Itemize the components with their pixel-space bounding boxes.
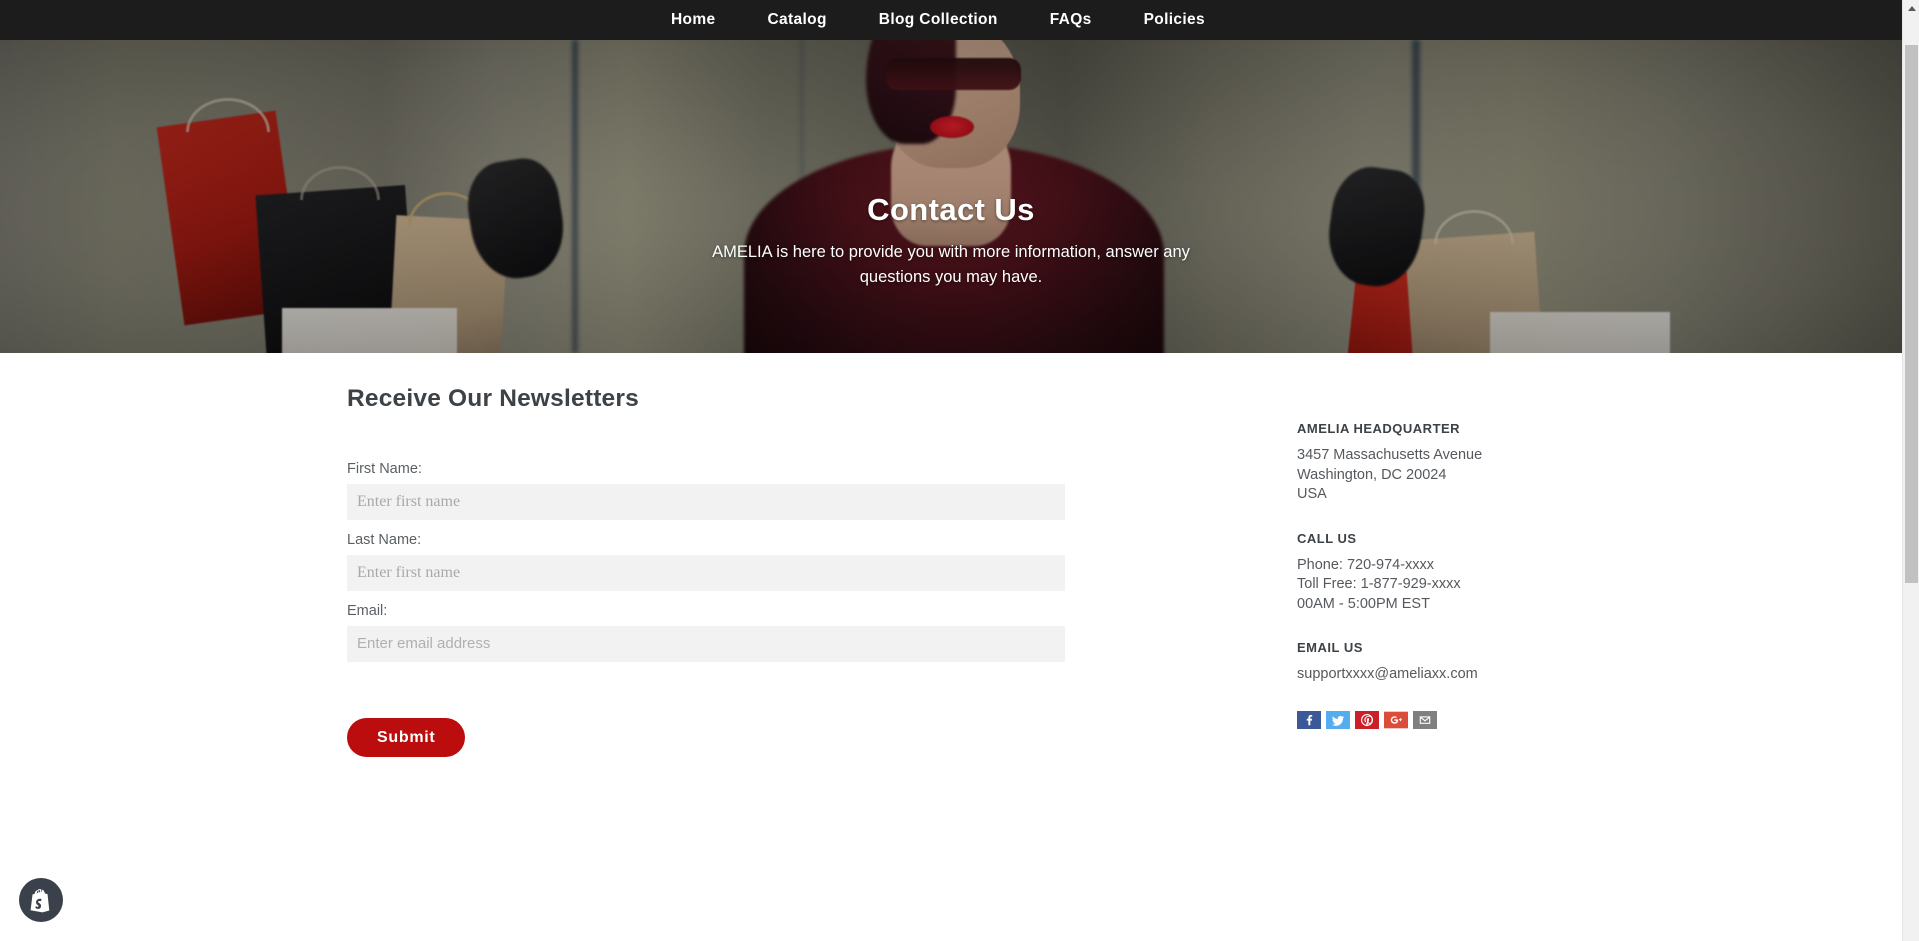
- headquarter-address-line-3: USA: [1297, 486, 1327, 502]
- call-us-block: CALL US Phone: 720-974-xxxx Toll Free: 1…: [1297, 531, 1551, 615]
- main-content: Receive Our Newsletters First Name: Last…: [0, 353, 1902, 757]
- call-us-heading: CALL US: [1297, 530, 1357, 546]
- content-grid: Receive Our Newsletters First Name: Last…: [321, 353, 1581, 757]
- page-title: Contact Us: [867, 192, 1035, 227]
- content-column: Home Catalog Blog Collection FAQs Polici…: [0, 0, 1902, 941]
- last-name-label: Last Name:: [347, 532, 422, 548]
- shopify-badge[interactable]: [19, 878, 63, 922]
- pinterest-icon[interactable]: [1355, 710, 1379, 729]
- hero-subtitle: AMELIA is here to provide you with more …: [712, 243, 1190, 286]
- email-us-heading: EMAIL US: [1297, 640, 1363, 655]
- phone-number: Phone: 720-974-xxxx: [1297, 556, 1435, 573]
- facebook-icon[interactable]: [1297, 710, 1321, 729]
- shopify-bag-icon: [30, 889, 50, 913]
- headquarter-address-line-2: Washington, DC 20024: [1297, 466, 1447, 483]
- contact-info-column: AMELIA HEADQUARTER 3457 Massachusetts Av…: [1121, 385, 1551, 757]
- first-name-input[interactable]: [347, 484, 1065, 520]
- scrollbar-thumb[interactable]: [1905, 45, 1918, 583]
- email-input[interactable]: [347, 626, 1065, 662]
- toll-free-number: Toll Free: 1-877-929-xxxx: [1297, 576, 1461, 592]
- newsletter-form-column: Receive Our Newsletters First Name: Last…: [321, 385, 1121, 757]
- headquarter-address-line-1: 3457 Massachusetts Avenue: [1297, 447, 1483, 463]
- twitter-icon[interactable]: [1326, 710, 1350, 729]
- headquarter-block: AMELIA HEADQUARTER 3457 Massachusetts Av…: [1297, 421, 1551, 505]
- hero-copy: Contact Us AMELIA is here to provide you…: [0, 40, 1902, 353]
- submit-button[interactable]: Submit: [347, 718, 466, 757]
- headquarter-heading: AMELIA HEADQUARTER: [1297, 421, 1461, 436]
- hero-banner: Contact Us AMELIA is here to provide you…: [0, 40, 1902, 353]
- nav-item-blog-collection[interactable]: Blog Collection: [853, 0, 1024, 40]
- vertical-scrollbar[interactable]: [1902, 0, 1919, 941]
- googleplus-icon[interactable]: [1384, 711, 1408, 729]
- nav-item-catalog[interactable]: Catalog: [741, 0, 852, 40]
- first-name-label: First Name:: [347, 461, 422, 477]
- email-us-block: EMAIL US supportxxxx@ameliaxx.com: [1297, 640, 1551, 685]
- scroll-up-arrow-icon[interactable]: [1903, 0, 1919, 17]
- office-hours: 00AM - 5:00PM EST: [1297, 595, 1430, 612]
- email-icon[interactable]: [1413, 710, 1437, 729]
- last-name-input[interactable]: [347, 555, 1065, 591]
- nav-item-faqs[interactable]: FAQs: [1024, 0, 1118, 40]
- newsletter-heading: Receive Our Newsletters: [347, 385, 639, 412]
- support-email-address: supportxxxx@ameliaxx.com: [1297, 666, 1478, 682]
- newsletter-form: First Name: Last Name: Email: Submit: [347, 461, 1121, 757]
- nav-item-policies[interactable]: Policies: [1118, 0, 1231, 40]
- main-navigation: Home Catalog Blog Collection FAQs Polici…: [0, 0, 1902, 40]
- page-root: Home Catalog Blog Collection FAQs Polici…: [0, 0, 1919, 941]
- email-label: Email:: [347, 603, 388, 619]
- nav-item-home[interactable]: Home: [671, 0, 741, 40]
- social-links: [1297, 710, 1551, 729]
